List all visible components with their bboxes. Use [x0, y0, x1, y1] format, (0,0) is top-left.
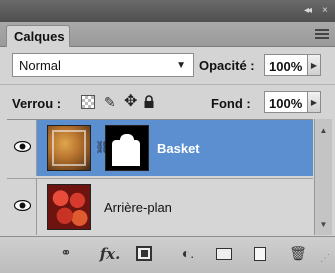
layers-list: ⛓ Basket Arrière-plan [7, 119, 313, 235]
scroll-up-icon[interactable]: ▲ [315, 123, 332, 137]
lock-transparency-icon[interactable] [81, 95, 95, 109]
fill-slider-button[interactable]: ▶ [308, 91, 321, 113]
layer-thumbnail[interactable] [47, 125, 91, 171]
eye-icon [14, 200, 31, 211]
layer-name[interactable]: Arrière-plan [104, 200, 172, 215]
layer-mask-thumbnail[interactable] [105, 125, 149, 171]
lock-label: Verrou : [12, 96, 62, 111]
opacity-field[interactable]: 100% [264, 54, 308, 76]
delete-layer-icon[interactable]: 🗑 [289, 245, 307, 263]
fill-field[interactable]: 100% [264, 91, 308, 113]
panel-menu-icon[interactable] [315, 29, 329, 41]
link-layers-icon[interactable]: ⚭ [55, 245, 77, 263]
close-panel-icon[interactable]: × [322, 5, 328, 16]
visibility-toggle[interactable] [7, 120, 37, 176]
divider [0, 84, 335, 85]
adjustment-layer-icon[interactable]: ◐. [175, 245, 201, 263]
lock-row: Verrou : ✎ ✥ Fond : 100% ▶ [0, 86, 335, 118]
layer-thumbnail[interactable] [47, 184, 91, 230]
layer-style-icon[interactable]: fx. [95, 245, 125, 263]
panel-tab-strip: Calques [0, 22, 335, 47]
tab-calques[interactable]: Calques [6, 25, 70, 47]
opacity-slider-button[interactable]: ▶ [308, 54, 321, 76]
blend-mode-select[interactable]: Normal ▼ [12, 53, 194, 77]
layer-row-background[interactable]: Arrière-plan [7, 178, 313, 235]
visibility-toggle[interactable] [7, 179, 37, 235]
chevron-down-icon: ▼ [176, 60, 186, 71]
lock-pixels-icon[interactable]: ✎ [104, 95, 118, 109]
blend-row: Normal ▼ Opacité : 100% ▶ [0, 47, 335, 83]
layer-name[interactable]: Basket [157, 141, 200, 156]
layers-footer: ⚭ fx. ◐. 🗑 ⋰ [0, 236, 335, 273]
panel-titlebar: ◂◂ × [0, 0, 335, 22]
add-mask-icon[interactable] [136, 245, 154, 263]
opacity-label: Opacité : [199, 58, 255, 73]
new-layer-icon[interactable] [252, 245, 268, 263]
resize-grip-icon[interactable]: ⋰ [318, 253, 332, 271]
layers-scrollbar[interactable]: ▲ ▼ [314, 119, 332, 235]
collapse-panel-icon[interactable]: ◂◂ [304, 5, 312, 16]
new-group-icon[interactable] [214, 245, 234, 263]
layer-row-basket[interactable]: ⛓ Basket [7, 120, 313, 176]
eye-icon [14, 141, 31, 152]
lock-position-icon[interactable]: ✥ [124, 94, 138, 110]
lock-all-icon[interactable] [142, 95, 156, 109]
blend-mode-value: Normal [19, 58, 61, 73]
scroll-down-icon[interactable]: ▼ [315, 217, 332, 231]
fill-label: Fond : [211, 96, 251, 111]
